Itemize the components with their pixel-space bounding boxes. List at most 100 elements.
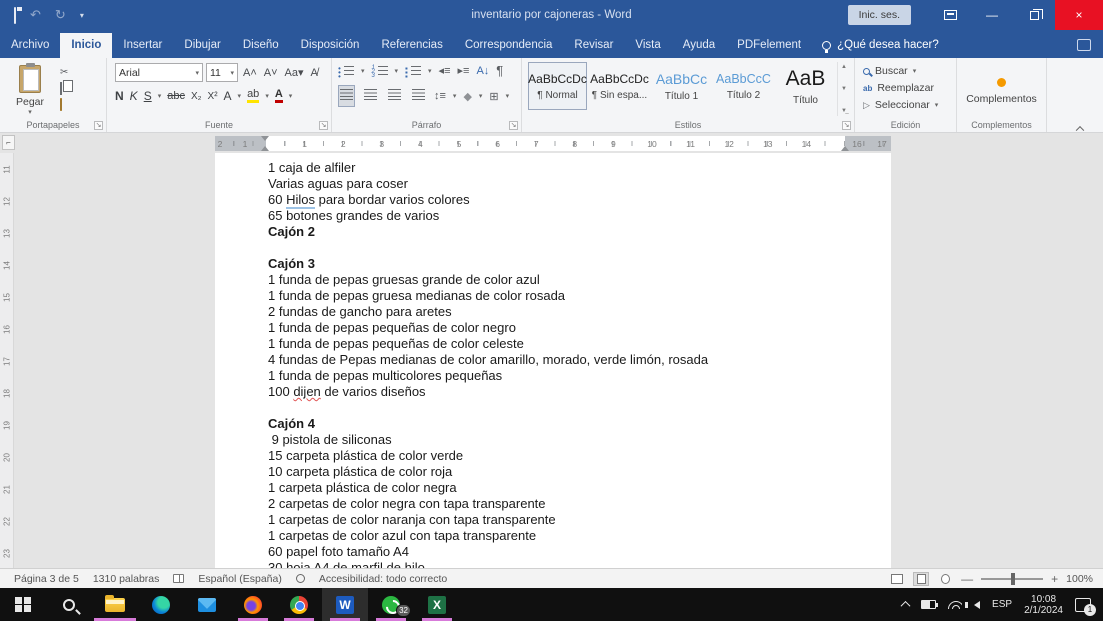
- paragraph-dialog-launcher[interactable]: ↘: [509, 121, 518, 130]
- text-highlight-button[interactable]: ab: [247, 89, 259, 103]
- document-text[interactable]: 1 caja de alfilerVarias aguas para coser…: [268, 160, 708, 568]
- font-size-combo[interactable]: 11▾: [206, 63, 238, 82]
- paragraph-marks-icon[interactable]: ¶: [496, 63, 503, 78]
- strikethrough-button[interactable]: abc: [167, 90, 185, 102]
- tab-ayuda[interactable]: Ayuda: [672, 33, 726, 58]
- font-name-combo[interactable]: Arial▾: [115, 63, 203, 82]
- zoom-level[interactable]: 100%: [1066, 573, 1093, 585]
- document-line[interactable]: 1 carpeta plástica de color negra: [268, 480, 708, 496]
- horizontal-ruler[interactable]: 21 1234567891011121314 1617: [215, 136, 891, 151]
- line-spacing-icon[interactable]: ↕≡: [434, 90, 446, 102]
- right-indent-marker[interactable]: [841, 146, 849, 151]
- document-line[interactable]: 10 carpeta plástica de color roja: [268, 464, 708, 480]
- edge-button[interactable]: [138, 588, 184, 621]
- format-painter-icon[interactable]: [60, 99, 74, 111]
- ribbon-display-options-button[interactable]: [929, 0, 971, 30]
- justify-button[interactable]: [410, 85, 427, 107]
- mail-button[interactable]: [184, 588, 230, 621]
- font-color-button[interactable]: A: [275, 89, 283, 103]
- tab-dise-o[interactable]: Diseño: [232, 33, 290, 58]
- tab-selector[interactable]: ⌐: [2, 135, 15, 150]
- language-tray-indicator[interactable]: ESP: [992, 599, 1012, 610]
- sign-in-button[interactable]: Inic. ses.: [848, 5, 911, 25]
- document-line[interactable]: [268, 400, 708, 416]
- document-line[interactable]: 100 dijen de varios diseños: [268, 384, 708, 400]
- document-line[interactable]: 65 botones grandes de varios: [268, 208, 708, 224]
- document-line[interactable]: Cajón 4: [268, 416, 708, 432]
- file-explorer-button[interactable]: [92, 588, 138, 621]
- align-center-button[interactable]: [362, 85, 379, 107]
- document-line[interactable]: 4 fundas de Pepas medianas de color amar…: [268, 352, 708, 368]
- shrink-font-button[interactable]: A˅: [262, 66, 280, 80]
- font-dialog-launcher[interactable]: ↘: [319, 121, 328, 130]
- language-indicator[interactable]: Español (España): [198, 573, 281, 585]
- minimize-button[interactable]: —: [971, 0, 1013, 30]
- word-count[interactable]: 1310 palabras: [93, 573, 160, 585]
- align-right-button[interactable]: [386, 85, 403, 107]
- change-case-button[interactable]: Aa▾: [283, 65, 306, 80]
- bullets-icon[interactable]: •••: [338, 65, 354, 76]
- document-line[interactable]: 1 funda de pepas pequeñas de color celes…: [268, 336, 708, 352]
- read-mode-button[interactable]: [889, 572, 905, 586]
- paste-button[interactable]: Pegar ▾: [8, 63, 52, 116]
- underline-dropdown-icon[interactable]: ▾: [158, 92, 162, 100]
- excel-button[interactable]: X: [414, 588, 460, 621]
- italic-button[interactable]: K: [130, 89, 138, 103]
- styles-more-icon[interactable]: ▼̲: [841, 108, 847, 114]
- battery-icon[interactable]: [921, 600, 936, 609]
- multilevel-list-icon[interactable]: ▪▪▪: [405, 65, 421, 76]
- document-page[interactable]: 1 caja de alfilerVarias aguas para coser…: [215, 153, 891, 568]
- bold-button[interactable]: N: [115, 89, 124, 103]
- document-line[interactable]: 60 Hilos para bordar varios colores: [268, 192, 708, 208]
- cut-icon[interactable]: ✂: [60, 67, 74, 79]
- numbering-icon[interactable]: 123: [372, 65, 388, 76]
- tell-me-box[interactable]: ¿Qué desea hacer?: [812, 33, 949, 58]
- subscript-button[interactable]: X₂: [191, 91, 202, 102]
- borders-icon[interactable]: ⊞: [489, 90, 498, 103]
- clear-formatting-button[interactable]: A̸: [309, 66, 320, 80]
- proofing-icon[interactable]: [173, 573, 184, 585]
- print-layout-button[interactable]: [913, 572, 929, 586]
- decrease-indent-icon[interactable]: ◂≡: [439, 64, 451, 77]
- sort-icon[interactable]: A↓: [476, 65, 489, 77]
- firefox-button[interactable]: [230, 588, 276, 621]
- find-button[interactable]: Buscar▾: [863, 65, 952, 77]
- text-effects-button[interactable]: A: [224, 89, 232, 103]
- hanging-indent-marker[interactable]: [261, 146, 269, 151]
- customize-qat-icon[interactable]: ▾: [80, 11, 84, 20]
- zoom-in-button[interactable]: +: [1051, 572, 1058, 586]
- tab-vista[interactable]: Vista: [624, 33, 671, 58]
- tab-inicio[interactable]: Inicio: [60, 33, 112, 58]
- tab-archivo[interactable]: Archivo: [0, 33, 60, 58]
- restore-button[interactable]: [1013, 0, 1055, 30]
- document-line[interactable]: [268, 240, 708, 256]
- document-line[interactable]: Cajón 2: [268, 224, 708, 240]
- accessibility-icon[interactable]: [296, 573, 305, 585]
- replace-button[interactable]: ab Reemplazar: [863, 82, 952, 94]
- document-line[interactable]: 1 funda de pepas multicolores pequeñas: [268, 368, 708, 384]
- select-button[interactable]: ▷ Seleccionar▾: [863, 99, 952, 111]
- zoom-slider[interactable]: [981, 578, 1043, 580]
- clipboard-dialog-launcher[interactable]: ↘: [94, 121, 103, 130]
- close-button[interactable]: ×: [1055, 0, 1103, 30]
- underline-button[interactable]: S: [144, 89, 152, 103]
- style-título[interactable]: AaBTítulo: [776, 62, 835, 110]
- whatsapp-button[interactable]: 32: [368, 588, 414, 621]
- tab-pdfelement[interactable]: PDFelement: [726, 33, 812, 58]
- document-line[interactable]: 1 carpetas de color naranja con tapa tra…: [268, 512, 708, 528]
- save-icon[interactable]: [14, 8, 16, 23]
- first-line-indent-marker[interactable]: [261, 136, 269, 141]
- comments-icon[interactable]: [1077, 39, 1091, 51]
- document-line[interactable]: 1 funda de pepas gruesa medianas de colo…: [268, 288, 708, 304]
- align-left-button[interactable]: [338, 85, 355, 107]
- tab-insertar[interactable]: Insertar: [112, 33, 173, 58]
- vertical-ruler[interactable]: 11121314151617181920212223: [0, 153, 14, 568]
- style-normal[interactable]: AaBbCcDc¶ Normal: [528, 62, 587, 110]
- document-line[interactable]: 2 carpetas de color negra con tapa trans…: [268, 496, 708, 512]
- document-line[interactable]: 2 fundas de gancho para aretes: [268, 304, 708, 320]
- shading-icon[interactable]: ◆: [463, 90, 471, 103]
- document-line[interactable]: 9 pistola de siliconas: [268, 432, 708, 448]
- clock[interactable]: 10:08 2/1/2024: [1024, 594, 1063, 616]
- tab-dibujar[interactable]: Dibujar: [173, 33, 231, 58]
- style-sin-espa[interactable]: AaBbCcDc¶ Sin espa...: [590, 62, 649, 110]
